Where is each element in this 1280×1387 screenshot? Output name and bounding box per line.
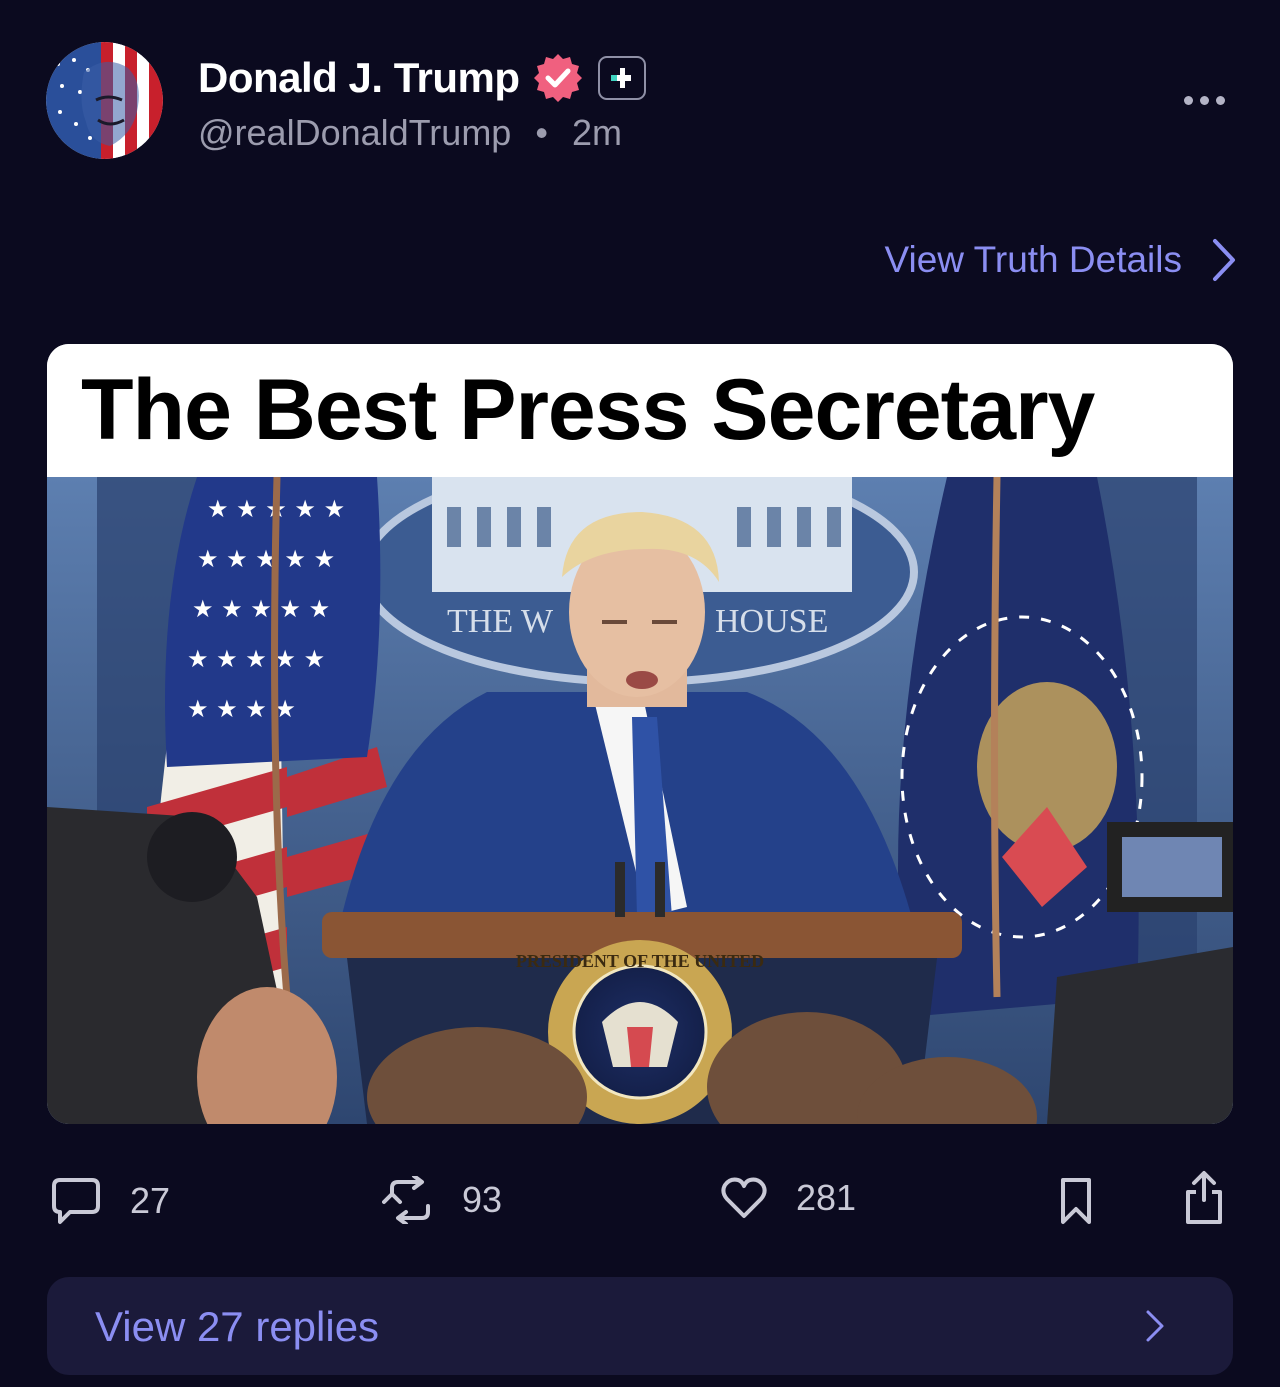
heart-icon [721, 1177, 767, 1218]
media-card[interactable]: The Best Press Secretary THE W HOUSE ★ ★… [47, 344, 1233, 1124]
truth-post: Donald J. Trump @realDonaldTrump • 2m Vi… [0, 0, 1280, 1387]
reply-count: 27 [130, 1180, 171, 1221]
like-count: 281 [796, 1177, 857, 1218]
svg-text:★ ★ ★ ★: ★ ★ ★ ★ [187, 695, 296, 723]
share-action[interactable] [1182, 1170, 1226, 1226]
retruth-count: 93 [462, 1179, 503, 1220]
verified-badge-icon [533, 54, 582, 102]
handle-row: @realDonaldTrump • 2m [198, 112, 622, 154]
view-replies-button[interactable]: View 27 replies [47, 1277, 1233, 1375]
view-truth-details-link[interactable]: View Truth Details [885, 238, 1237, 282]
more-options-icon[interactable] [1180, 86, 1228, 114]
media-title: The Best Press Secretary [47, 344, 1233, 477]
retruth-icon [382, 1176, 430, 1224]
svg-text:HOUSE: HOUSE [715, 603, 828, 640]
svg-text:★ ★ ★ ★ ★: ★ ★ ★ ★ ★ [192, 595, 330, 623]
avatar[interactable] [46, 42, 163, 159]
separator-dot: • [535, 112, 548, 153]
plus-badge-icon [597, 56, 646, 100]
view-truth-details-label: View Truth Details [884, 239, 1183, 280]
handle[interactable]: @realDonaldTrump [198, 112, 511, 153]
retruth-action[interactable]: 93 [382, 1176, 502, 1224]
view-replies-label: View 27 replies [95, 1303, 380, 1350]
svg-text:★ ★ ★ ★ ★: ★ ★ ★ ★ ★ [197, 545, 335, 573]
svg-text:PRESIDENT OF THE UNITED: PRESIDENT OF THE UNITED [516, 951, 764, 971]
timestamp: 2m [571, 112, 622, 153]
svg-text:THE W: THE W [447, 603, 554, 640]
like-action[interactable]: 281 [720, 1176, 856, 1220]
bookmark-icon [1061, 1178, 1091, 1224]
chevron-right-icon [1213, 239, 1235, 281]
bookmark-action[interactable] [1058, 1176, 1094, 1226]
press-briefing-photo[interactable]: THE W HOUSE ★ ★ ★ ★ ★ ★ ★ ★ ★ ★ ★ ★ ★ ★ … [47, 477, 1233, 1124]
author-name-row: Donald J. Trump [198, 48, 646, 108]
chevron-right-icon [1146, 1310, 1164, 1342]
reply-action[interactable]: 27 [50, 1176, 170, 1226]
svg-text:★ ★ ★ ★ ★: ★ ★ ★ ★ ★ [187, 645, 325, 673]
comment-icon [52, 1178, 100, 1224]
share-icon [1186, 1171, 1222, 1224]
display-name[interactable]: Donald J. Trump [198, 54, 520, 102]
